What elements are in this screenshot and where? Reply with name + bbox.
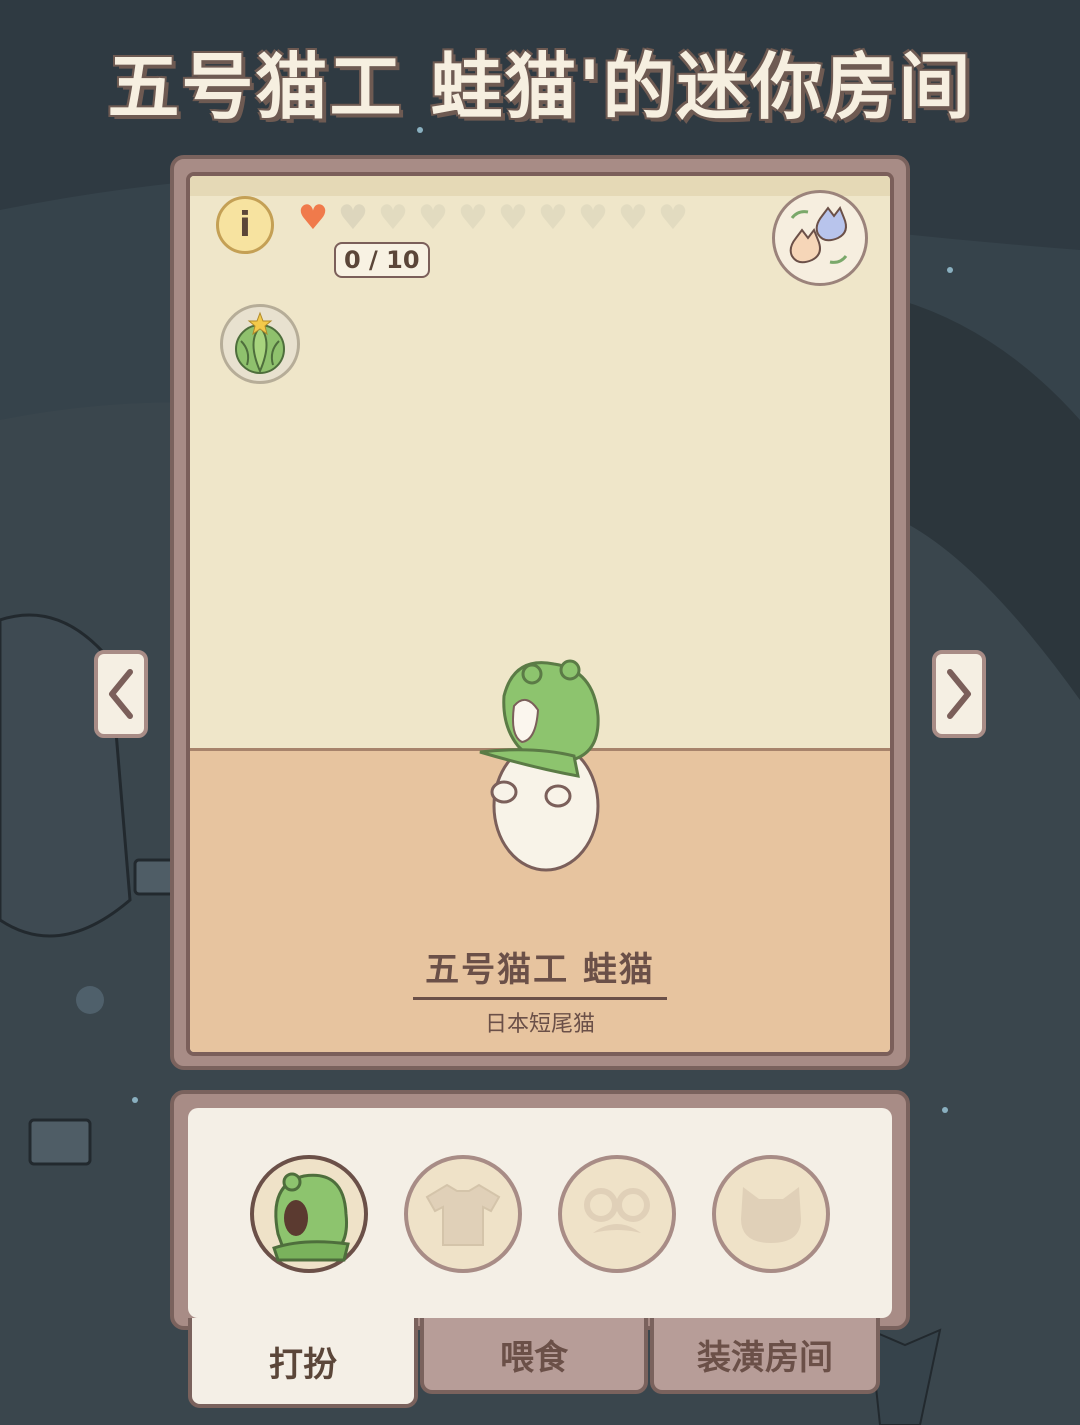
cabbage-food-button[interactable]: [220, 304, 300, 384]
next-cat-button[interactable]: [932, 650, 986, 738]
chevron-left-icon: [109, 669, 133, 719]
info-icon: i: [239, 205, 251, 245]
page-title: 五号猫工 蛙猫'的迷你房间: [107, 45, 973, 129]
heart-empty-icon: ♥: [457, 198, 489, 238]
info-button[interactable]: i: [216, 196, 274, 254]
heart-empty-icon: ♥: [577, 198, 609, 238]
tab-feed[interactable]: 喂食: [420, 1318, 648, 1394]
previous-cat-button[interactable]: [94, 650, 148, 738]
tab-dress-up[interactable]: 打扮: [188, 1318, 418, 1408]
mini-room: i ♥ ♥ ♥ ♥ ♥ ♥ ♥ ♥ ♥ ♥ 0 / 10 五号猫工 蛙猫 日本短尾猫: [186, 172, 894, 1056]
frog-hat-option[interactable]: [250, 1155, 368, 1273]
cat-face-option[interactable]: [712, 1155, 830, 1273]
heart-filled-icon: ♥: [297, 198, 329, 238]
heart-empty-icon: ♥: [377, 198, 409, 238]
frog-hat-icon: [272, 1172, 350, 1262]
glasses-mustache-icon: [584, 1188, 650, 1233]
cat-breed: 日本短尾猫: [484, 1012, 595, 1037]
heart-empty-icon: ♥: [417, 198, 449, 238]
heart-empty-icon: ♥: [497, 198, 529, 238]
chevron-right-icon: [947, 669, 971, 719]
shirt-icon: [425, 1183, 501, 1246]
cabbage-icon: [235, 311, 285, 374]
cat-face-icon: [741, 1187, 801, 1243]
shirt-option[interactable]: [404, 1155, 522, 1273]
swap-cats-icon: [789, 205, 848, 264]
cat-name: 五号猫工 蛙猫: [413, 942, 667, 1000]
heart-empty-icon: ♥: [617, 198, 649, 238]
heart-empty-icon: ♥: [657, 198, 689, 238]
heart-empty-icon: ♥: [337, 198, 369, 238]
affection-count: 0 / 10: [334, 242, 430, 278]
cat-nameplate: 五号猫工 蛙猫 日本短尾猫: [190, 942, 890, 1038]
glasses-option[interactable]: [558, 1155, 676, 1273]
affection-hearts: ♥ ♥ ♥ ♥ ♥ ♥ ♥ ♥ ♥ ♥: [294, 200, 692, 236]
frog-hat-cat: [479, 659, 600, 872]
heart-empty-icon: ♥: [537, 198, 569, 238]
switch-cat-button[interactable]: [772, 190, 868, 286]
tab-decorate-room[interactable]: 装潢房间: [650, 1318, 880, 1394]
room-wall-top: [190, 176, 890, 196]
